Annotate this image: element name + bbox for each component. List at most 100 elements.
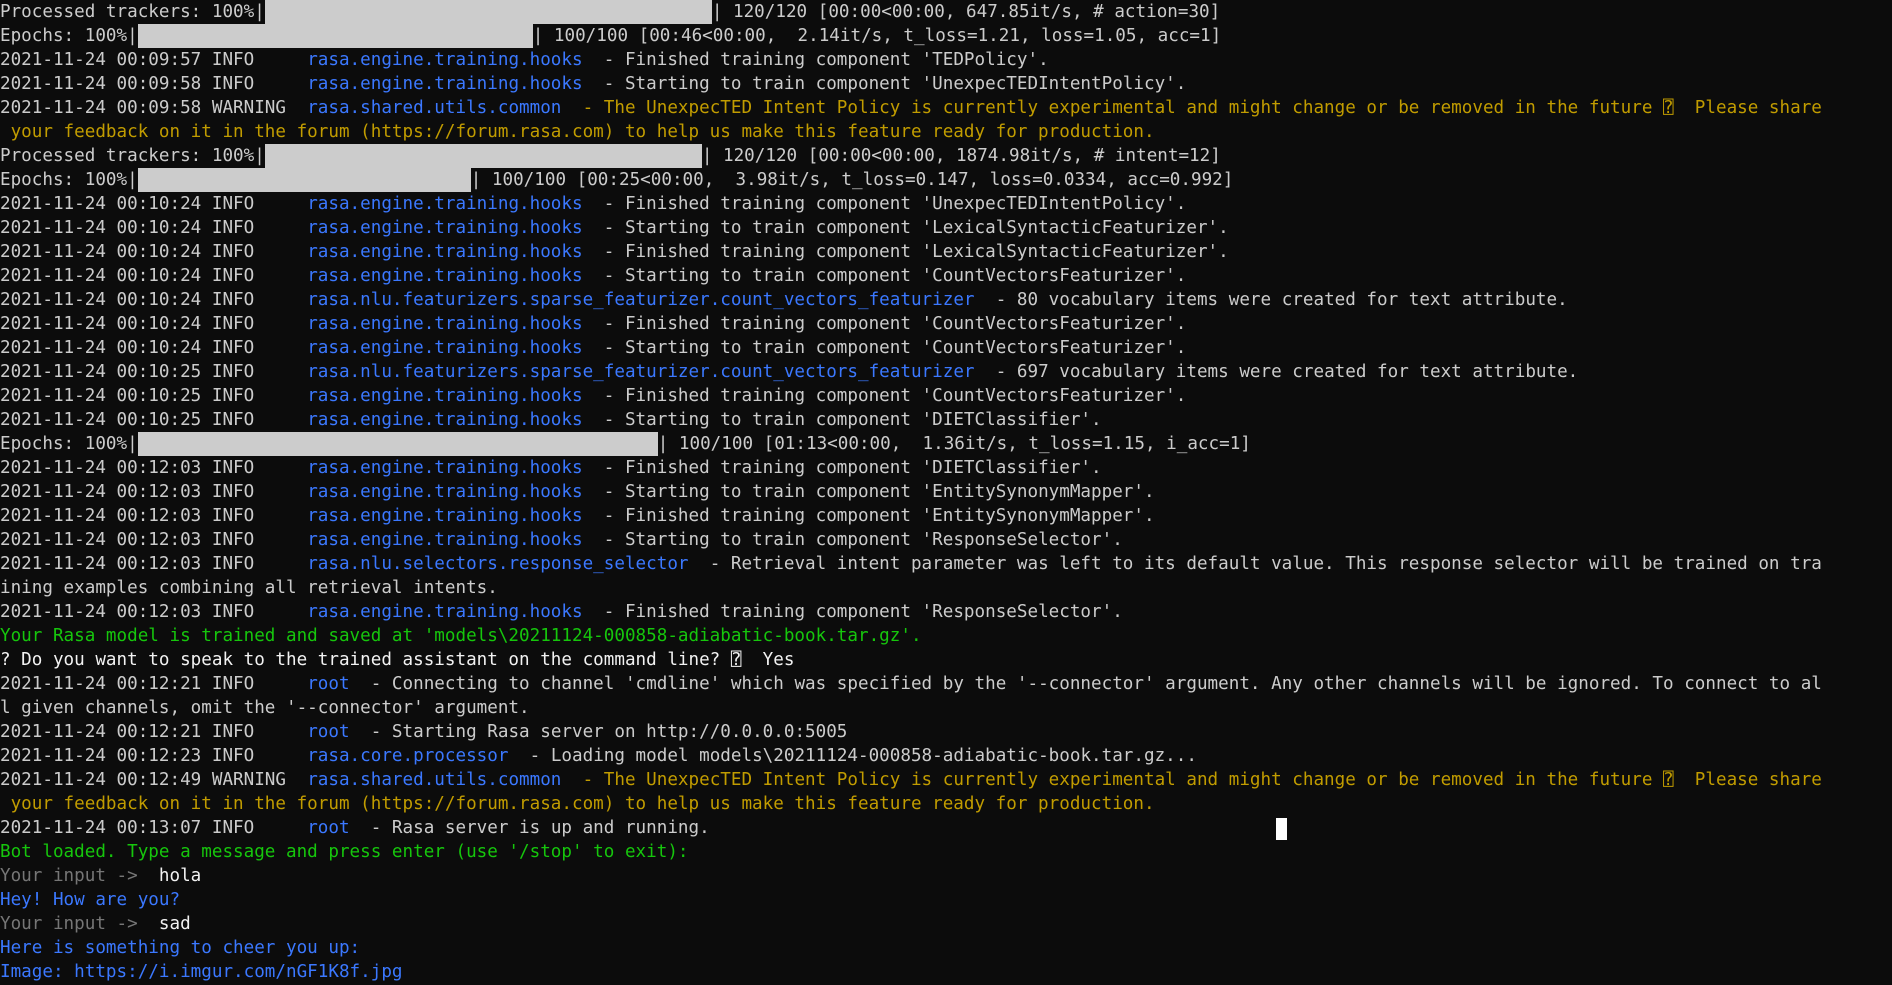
terminal-line: 2021-11-24 00:09:58 WARNING rasa.shared.…: [0, 96, 1892, 120]
log-text: 2021-11-24 00:12:49 WARNING: [0, 770, 308, 790]
progress-bar: [137, 168, 471, 192]
log-source: rasa.engine.training.hooks: [307, 458, 583, 478]
log-text: - Finished training component 'TEDPolicy…: [582, 50, 1049, 70]
log-text: - Connecting to channel 'cmdline' which …: [349, 674, 1822, 694]
log-source: rasa.engine.training.hooks: [307, 74, 583, 94]
log-text: | 120/120 [00:00<00:00, 647.85it/s, # ac…: [711, 2, 1221, 22]
log-text: - Finished training component 'EntitySyn…: [582, 506, 1155, 526]
terminal-line: 2021-11-24 00:10:25 INFO rasa.engine.tra…: [0, 384, 1892, 408]
terminal-line: Epochs: 100%| | 100/100 [00:25<00:00, 3.9…: [0, 168, 1892, 192]
progress-bar: [264, 0, 712, 24]
terminal-line: 2021-11-24 00:12:21 INFO root - Connecti…: [0, 672, 1892, 696]
log-text: - The UnexpecTED Intent Policy is curren…: [561, 770, 1822, 790]
log-source: rasa.engine.training.hooks: [307, 314, 583, 334]
log-text: Epochs: 100%|: [0, 26, 138, 46]
log-text: - Retrieval intent parameter was left to…: [688, 554, 1822, 574]
terminal-line: Your input -> hola: [0, 864, 1892, 888]
log-text: 2021-11-24 00:12:03 INFO: [0, 554, 308, 574]
log-text: - Finished training component 'ResponseS…: [582, 602, 1123, 622]
log-source: rasa.engine.training.hooks: [307, 242, 583, 262]
log-text: 2021-11-24 00:12:03 INFO: [0, 530, 308, 550]
terminal-line: 2021-11-24 00:12:23 INFO rasa.core.proce…: [0, 744, 1892, 768]
terminal-output[interactable]: Processed trackers: 100%| | 120/120 [00:0…: [0, 0, 1892, 985]
log-source: rasa.nlu.selectors.response_selector: [307, 554, 689, 574]
log-text: - Starting to train component 'UnexpecTE…: [582, 74, 1187, 94]
log-text: 2021-11-24 00:10:24 INFO: [0, 314, 308, 334]
log-text: sad: [158, 914, 191, 934]
terminal-line: 2021-11-24 00:12:03 INFO rasa.engine.tra…: [0, 504, 1892, 528]
log-source: rasa.engine.training.hooks: [307, 386, 583, 406]
progress-bar: [137, 24, 533, 48]
log-source: rasa.nlu.featurizers.sparse_featurizer.c…: [307, 362, 975, 382]
terminal-line: your feedback on it in the forum (https:…: [0, 792, 1892, 816]
log-source: Hey! How are you?: [0, 890, 181, 910]
log-source: rasa.engine.training.hooks: [307, 530, 583, 550]
log-text: - Starting to train component 'CountVect…: [582, 266, 1187, 286]
terminal-line: Your input -> sad: [0, 912, 1892, 936]
log-text: | 100/100 [00:46<00:00, 2.14it/s, t_loss…: [532, 26, 1222, 46]
log-text: 2021-11-24 00:10:24 INFO: [0, 194, 308, 214]
log-source: Image: https://i.imgur.com/nGF1K8f.jpg: [0, 962, 403, 982]
log-text: - Finished training component 'DIETClass…: [582, 458, 1102, 478]
log-text: 2021-11-24 00:13:07 INFO: [0, 818, 308, 838]
terminal-line: l given channels, omit the '--connector'…: [0, 696, 1892, 720]
log-text: - Rasa server is up and running.: [349, 818, 710, 838]
terminal-line: Processed trackers: 100%| | 120/120 [00:0…: [0, 144, 1892, 168]
log-text: Processed trackers: 100%|: [0, 146, 265, 166]
terminal-line: 2021-11-24 00:10:24 INFO rasa.engine.tra…: [0, 216, 1892, 240]
terminal-line: 2021-11-24 00:10:24 INFO rasa.engine.tra…: [0, 192, 1892, 216]
log-text: 2021-11-24 00:10:25 INFO: [0, 410, 308, 430]
log-source: rasa.engine.training.hooks: [307, 602, 583, 622]
log-source: rasa.engine.training.hooks: [307, 506, 583, 526]
terminal-line: ining examples combining all retrieval i…: [0, 576, 1892, 600]
log-text: - Finished training component 'LexicalSy…: [582, 242, 1229, 262]
log-text: 2021-11-24 00:12:03 INFO: [0, 506, 308, 526]
terminal-line: Here is something to cheer you up:: [0, 936, 1892, 960]
terminal-line: 2021-11-24 00:10:24 INFO rasa.engine.tra…: [0, 264, 1892, 288]
log-source: root: [307, 818, 350, 838]
log-text: your feedback on it in the forum (https:…: [0, 122, 1155, 142]
log-text: 2021-11-24 00:12:23 INFO: [0, 746, 308, 766]
log-source: root: [307, 674, 350, 694]
terminal-line: Bot loaded. Type a message and press ent…: [0, 840, 1892, 864]
log-text: - Finished training component 'CountVect…: [582, 386, 1187, 406]
terminal-line: 2021-11-24 00:10:25 INFO rasa.engine.tra…: [0, 408, 1892, 432]
log-text: your feedback on it in the forum (https:…: [0, 794, 1155, 814]
log-text: Your Rasa model is trained and saved at …: [0, 626, 922, 646]
log-source: rasa.engine.training.hooks: [307, 50, 583, 70]
log-source: Here is something to cheer you up:: [0, 938, 361, 958]
terminal-line: Processed trackers: 100%| | 120/120 [00:0…: [0, 0, 1892, 24]
log-text: 2021-11-24 00:10:24 INFO: [0, 266, 308, 286]
log-text: - 80 vocabulary items were created for t…: [974, 290, 1568, 310]
terminal-line: Epochs: 100%| | 100/100 [01:13<00:00, 1.3…: [0, 432, 1892, 456]
log-text: 2021-11-24 00:12:03 INFO: [0, 602, 308, 622]
terminal-line: 2021-11-24 00:10:24 INFO rasa.nlu.featur…: [0, 288, 1892, 312]
terminal-line: your feedback on it in the forum (https:…: [0, 120, 1892, 144]
terminal-line: Epochs: 100%| | 100/100 [00:46<00:00, 2.1…: [0, 24, 1892, 48]
log-text: - Loading model models\20211124-000858-a…: [508, 746, 1197, 766]
log-text: ining examples combining all retrieval i…: [0, 578, 498, 598]
log-source: rasa.engine.training.hooks: [307, 194, 583, 214]
terminal-line: Your Rasa model is trained and saved at …: [0, 624, 1892, 648]
log-text: 2021-11-24 00:09:57 INFO: [0, 50, 308, 70]
terminal-line: Hey! How are you?: [0, 888, 1892, 912]
log-text: - Starting Rasa server on http://0.0.0.0…: [349, 722, 848, 742]
log-text: - Starting to train component 'CountVect…: [582, 338, 1187, 358]
terminal-line: 2021-11-24 00:12:21 INFO root - Starting…: [0, 720, 1892, 744]
log-text: Processed trackers: 100%|: [0, 2, 265, 22]
log-text: - Starting to train component 'EntitySyn…: [582, 482, 1155, 502]
log-source: rasa.engine.training.hooks: [307, 410, 583, 430]
log-source: rasa.shared.utils.common: [307, 98, 562, 118]
terminal-line: 2021-11-24 00:13:07 INFO root - Rasa ser…: [0, 816, 1892, 840]
log-text: 2021-11-24 00:10:25 INFO: [0, 362, 308, 382]
log-text: 2021-11-24 00:10:24 INFO: [0, 242, 308, 262]
terminal-line: ? Do you want to speak to the trained as…: [0, 648, 1892, 672]
log-text: Epochs: 100%|: [0, 170, 138, 190]
log-text: - Finished training component 'UnexpecTE…: [582, 194, 1187, 214]
log-text: - Starting to train component 'ResponseS…: [582, 530, 1123, 550]
log-text: 2021-11-24 00:09:58 WARNING: [0, 98, 308, 118]
log-text: 2021-11-24 00:10:25 INFO: [0, 386, 308, 406]
log-source: root: [307, 722, 350, 742]
log-text: 2021-11-24 00:12:03 INFO: [0, 482, 308, 502]
log-text: hola: [158, 866, 202, 886]
